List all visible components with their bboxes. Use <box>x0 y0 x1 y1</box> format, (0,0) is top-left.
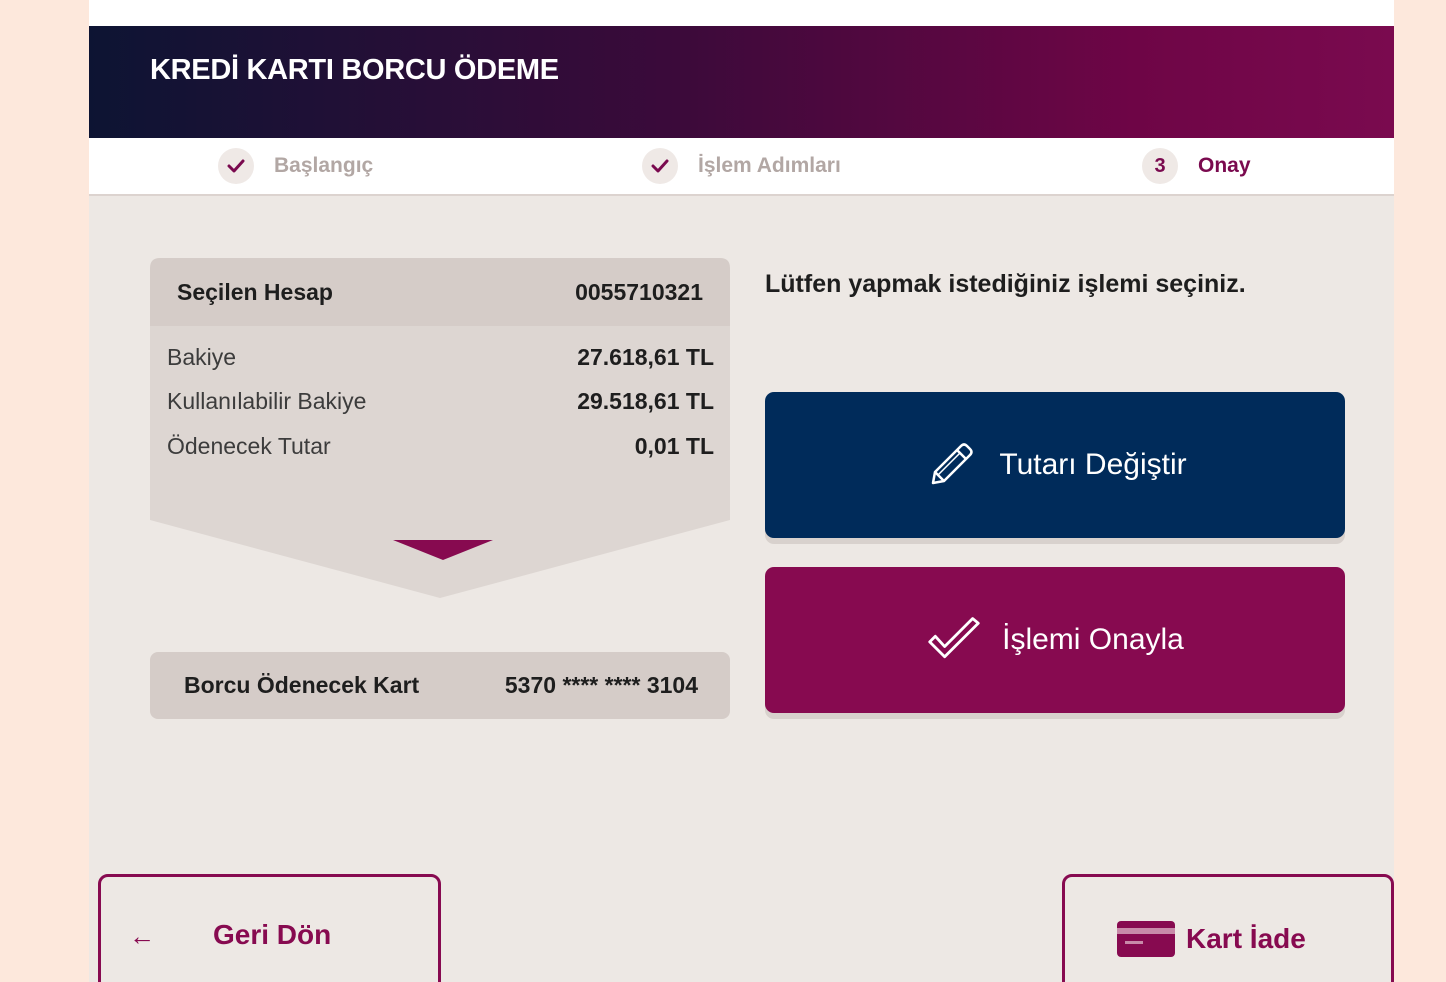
step-label: Başlangıç <box>274 154 374 177</box>
instruction-text: Lütfen yapmak istediğiniz işlemi seçiniz… <box>765 270 1246 298</box>
available-balance-value: 29.518,61 TL <box>577 388 714 414</box>
step-baslangic: Başlangıç <box>218 148 373 184</box>
account-title: Seçilen Hesap <box>177 278 333 305</box>
available-balance-label: Kullanılabilir Bakiye <box>167 388 367 414</box>
balance-row: Bakiye 27.618,61 TL <box>167 344 714 371</box>
credit-card-icon <box>1117 921 1175 962</box>
back-button-label: Geri Dön <box>213 919 332 950</box>
check-icon <box>642 148 678 184</box>
step-number: 3 <box>1154 154 1166 177</box>
change-amount-label: Tutarı Değiştir <box>999 448 1187 481</box>
step-number-badge: 3 <box>1142 148 1178 184</box>
available-balance-row: Kullanılabilir Bakiye 29.518,61 TL <box>167 388 714 415</box>
atm-screen: KREDİ KARTI BORCU ÖDEME Başlangıç İşlem … <box>89 0 1394 982</box>
page-header: KREDİ KARTI BORCU ÖDEME <box>89 26 1394 138</box>
step-onay: 3 Onay <box>1142 148 1251 184</box>
payment-amount-label: Ödenecek Tutar <box>167 433 331 459</box>
account-header: Seçilen Hesap 0055710321 <box>150 258 730 326</box>
back-button[interactable]: ← Geri Dön <box>98 874 441 982</box>
card-return-label: Kart İade <box>1186 923 1306 954</box>
step-label: Onay <box>1198 154 1251 177</box>
balance-label: Bakiye <box>167 344 237 370</box>
account-number: 0055710321 <box>575 278 703 305</box>
target-card-number: 5370 **** **** 3104 <box>504 672 698 698</box>
selected-account-card: Seçilen Hesap 0055710321 Bakiye 27.618,6… <box>150 258 730 598</box>
pencil-icon <box>923 437 979 493</box>
payment-amount-row: Ödenecek Tutar 0,01 TL <box>167 433 714 460</box>
stepper: Başlangıç İşlem Adımları 3 Onay <box>89 138 1394 196</box>
step-label: İşlem Adımları <box>698 154 841 177</box>
checkmark-icon <box>926 612 982 668</box>
top-strip <box>89 0 1394 26</box>
change-amount-button[interactable]: Tutarı Değiştir <box>765 392 1345 538</box>
arrow-left-icon: ← <box>129 921 155 951</box>
payment-amount-value: 0,01 TL <box>634 433 714 459</box>
target-card-info: Borcu Ödenecek Kart 5370 **** **** 3104 <box>150 652 730 719</box>
check-icon <box>218 148 254 184</box>
confirm-transaction-label: İşlemi Onayla <box>1002 623 1184 656</box>
target-card-label: Borcu Ödenecek Kart <box>184 672 420 698</box>
card-return-button[interactable]: Kart İade <box>1062 874 1394 982</box>
step-islem-adimlari: İşlem Adımları <box>642 148 841 184</box>
confirm-transaction-button[interactable]: İşlemi Onayla <box>765 567 1345 713</box>
balance-value: 27.618,61 TL <box>577 344 714 370</box>
page-title: KREDİ KARTI BORCU ÖDEME <box>150 54 559 86</box>
